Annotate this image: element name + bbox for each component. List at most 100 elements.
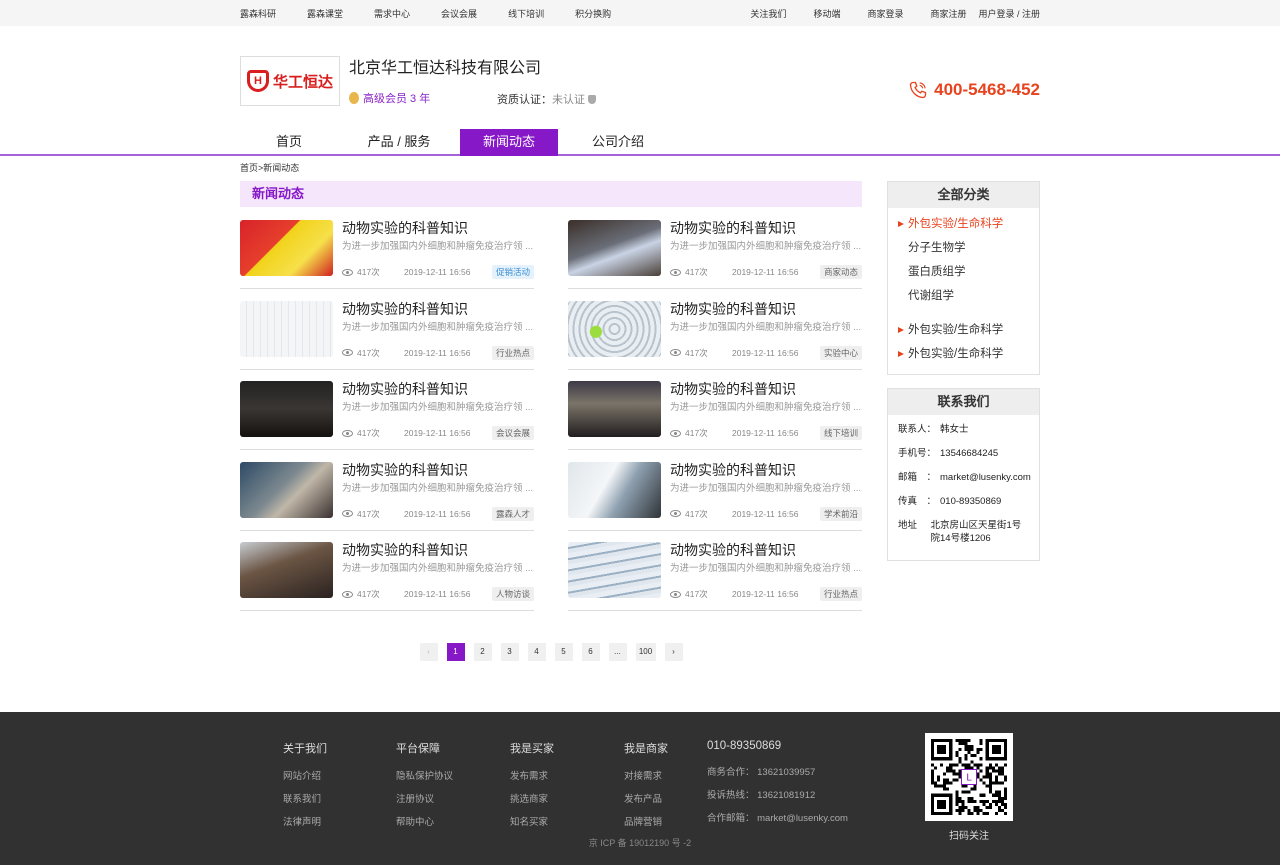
nav-news[interactable]: 新闻动态 — [460, 129, 558, 156]
top-link[interactable]: 会议会展 — [441, 7, 477, 20]
qr-code: L — [925, 733, 1013, 821]
page-button[interactable]: ... — [608, 642, 627, 661]
news-card[interactable]: 动物实验的科普知识 为进一步加强国内外细胞和肿瘤免疫治疗领 ... 417次 2019… — [568, 299, 862, 382]
nav-products[interactable]: 产品 / 服务 — [338, 129, 460, 156]
news-thumbnail[interactable] — [240, 220, 333, 276]
footer-link[interactable]: 帮助中心 — [396, 814, 453, 828]
news-tag[interactable]: 线下培训 — [819, 426, 862, 440]
news-thumbnail[interactable] — [240, 381, 333, 437]
subcategory-item[interactable]: 分子生物学 — [888, 236, 1039, 260]
news-tag[interactable]: 露森人才 — [491, 506, 534, 521]
news-title[interactable]: 动物实验的科普知识 — [342, 299, 468, 319]
phone-icon — [909, 81, 927, 99]
footer-link[interactable]: 联系我们 — [283, 791, 327, 805]
footer-link[interactable]: 品牌营销 — [624, 814, 668, 828]
news-thumbnail[interactable] — [568, 542, 661, 598]
subcategory-item[interactable]: 蛋白质组学 — [888, 260, 1039, 284]
news-title[interactable]: 动物实验的科普知识 — [670, 540, 796, 560]
news-card[interactable]: 动物实验的科普知识 为进一步加强国内外细胞和肿瘤免疫治疗领 ... 417次 2019… — [240, 460, 534, 543]
page-button[interactable]: 1 — [446, 642, 465, 661]
news-card[interactable]: 动物实验的科普知识 为进一步加强国内外细胞和肿瘤免疫治疗领 ... 417次 2019… — [568, 460, 862, 543]
footer-link[interactable]: 网站介绍 — [283, 768, 327, 782]
top-link[interactable]: 积分换购 — [575, 7, 611, 20]
news-title[interactable]: 动物实验的科普知识 — [342, 540, 468, 560]
contact-key: 传真 ： — [898, 496, 937, 507]
news-card[interactable]: 动物实验的科普知识 为进一步加强国内外细胞和肿瘤免疫治疗领 ... 417次 2019… — [240, 542, 534, 623]
contact-email[interactable]: market@lusenky.com — [940, 471, 1031, 484]
footer-contact-line: 合作邮箱： market@lusenky.com — [707, 813, 848, 824]
category-item[interactable]: 外包实验/生命科学 — [888, 342, 1039, 366]
footer-link[interactable]: 注册协议 — [396, 791, 453, 805]
news-meta: 417次 2019-12-11 16:56 促销活动 — [342, 265, 534, 279]
news-card[interactable]: 动物实验的科普知识 为进一步加强国内外细胞和肿瘤免疫治疗领 ... 417次 2019… — [240, 299, 534, 382]
news-thumbnail[interactable] — [240, 461, 333, 518]
page-button[interactable]: 2 — [473, 642, 492, 661]
news-title[interactable]: 动物实验的科普知识 — [670, 460, 796, 480]
top-link[interactable]: 露森课堂 — [307, 7, 343, 20]
merchant-login-link[interactable]: 商家登录 — [867, 7, 903, 20]
top-link[interactable]: 线下培训 — [508, 7, 544, 20]
next-page-button[interactable]: › — [664, 642, 683, 661]
news-views: 417次 — [685, 347, 708, 358]
news-thumbnail[interactable] — [240, 300, 333, 357]
nav-about[interactable]: 公司介绍 — [558, 129, 678, 156]
page-button[interactable]: 100 — [635, 642, 656, 661]
news-views: 417次 — [685, 589, 708, 599]
member-level: 高级会员 3 年 — [349, 90, 430, 106]
news-title[interactable]: 动物实验的科普知识 — [342, 218, 468, 238]
news-views: 417次 — [357, 589, 380, 599]
news-tag[interactable]: 行业热点 — [819, 587, 862, 601]
news-thumbnail[interactable] — [568, 220, 661, 276]
company-logo[interactable]: H 华工恒达 — [240, 56, 340, 106]
divider — [568, 449, 862, 450]
nav-home[interactable]: 首页 — [240, 129, 338, 156]
category-item-active[interactable]: 外包实验/生命科学 — [888, 212, 1039, 236]
news-title[interactable]: 动物实验的科普知识 — [342, 460, 468, 480]
top-link[interactable]: 需求中心 — [374, 7, 410, 20]
news-tag[interactable]: 实验中心 — [819, 345, 862, 360]
news-desc: 为进一步加强国内外细胞和肿瘤免疫治疗领 ... — [342, 402, 534, 413]
category-item[interactable]: 外包实验/生命科学 — [888, 318, 1039, 342]
news-card[interactable]: 动物实验的科普知识 为进一步加强国内外细胞和肿瘤免疫治疗领 ... 417次 2019… — [240, 220, 534, 301]
merchant-register-link[interactable]: 商家注册 — [930, 7, 966, 20]
footer-link[interactable]: 发布需求 — [510, 768, 554, 782]
top-link[interactable]: 露森科研 — [240, 7, 276, 20]
news-date: 2019-12-11 16:56 — [732, 267, 799, 277]
eye-icon — [670, 268, 681, 276]
mobile-link[interactable]: 移动端 — [813, 7, 840, 20]
page-button[interactable]: 3 — [500, 642, 519, 661]
news-title[interactable]: 动物实验的科普知识 — [670, 299, 796, 319]
news-tag[interactable]: 人物访谈 — [491, 587, 534, 601]
footer-link[interactable]: 隐私保护协议 — [396, 768, 453, 782]
news-thumbnail[interactable] — [240, 542, 333, 598]
news-tag[interactable]: 会议会展 — [491, 426, 534, 440]
page-button[interactable]: 4 — [527, 642, 546, 661]
page-button[interactable]: 5 — [554, 642, 573, 661]
news-title[interactable]: 动物实验的科普知识 — [342, 379, 468, 399]
news-tag[interactable]: 学术前沿 — [819, 506, 862, 521]
page-button[interactable]: 6 — [581, 642, 600, 661]
follow-us-link[interactable]: 关注我们 — [750, 7, 786, 20]
news-thumbnail[interactable] — [568, 300, 661, 357]
contact-key: 地址 — [898, 520, 927, 531]
news-tag[interactable]: 行业热点 — [491, 345, 534, 360]
news-card[interactable]: 动物实验的科普知识 为进一步加强国内外细胞和肿瘤免疫治疗领 ... 417次 2019… — [240, 381, 534, 462]
news-card[interactable]: 动物实验的科普知识 为进一步加强国内外细胞和肿瘤免疫治疗领 ... 417次 2019… — [568, 381, 862, 462]
user-login-link[interactable]: 用户登录 / 注册 — [978, 7, 1040, 20]
news-card[interactable]: 动物实验的科普知识 为进一步加强国内外细胞和肿瘤免疫治疗领 ... 417次 2019… — [568, 542, 862, 623]
footer-link[interactable]: 知名买家 — [510, 814, 554, 828]
news-tag[interactable]: 商家动态 — [819, 265, 862, 279]
news-thumbnail[interactable] — [568, 461, 661, 518]
news-thumbnail[interactable] — [568, 381, 661, 437]
footer-link[interactable]: 法律声明 — [283, 814, 327, 828]
subcategory-item[interactable]: 代谢组学 — [888, 284, 1039, 308]
footer-link[interactable]: 对接需求 — [624, 768, 668, 782]
news-title[interactable]: 动物实验的科普知识 — [670, 379, 796, 399]
prev-page-button[interactable]: ‹ — [419, 642, 438, 661]
footer-link[interactable]: 发布产品 — [624, 791, 668, 805]
news-tag[interactable]: 促销活动 — [491, 265, 534, 279]
footer-link[interactable]: 挑选商家 — [510, 791, 554, 805]
main-nav: 首页 产品 / 服务 新闻动态 公司介绍 — [0, 129, 1280, 156]
news-card[interactable]: 动物实验的科普知识 为进一步加强国内外细胞和肿瘤免疫治疗领 ... 417次 2019… — [568, 220, 862, 301]
news-title[interactable]: 动物实验的科普知识 — [670, 218, 796, 238]
